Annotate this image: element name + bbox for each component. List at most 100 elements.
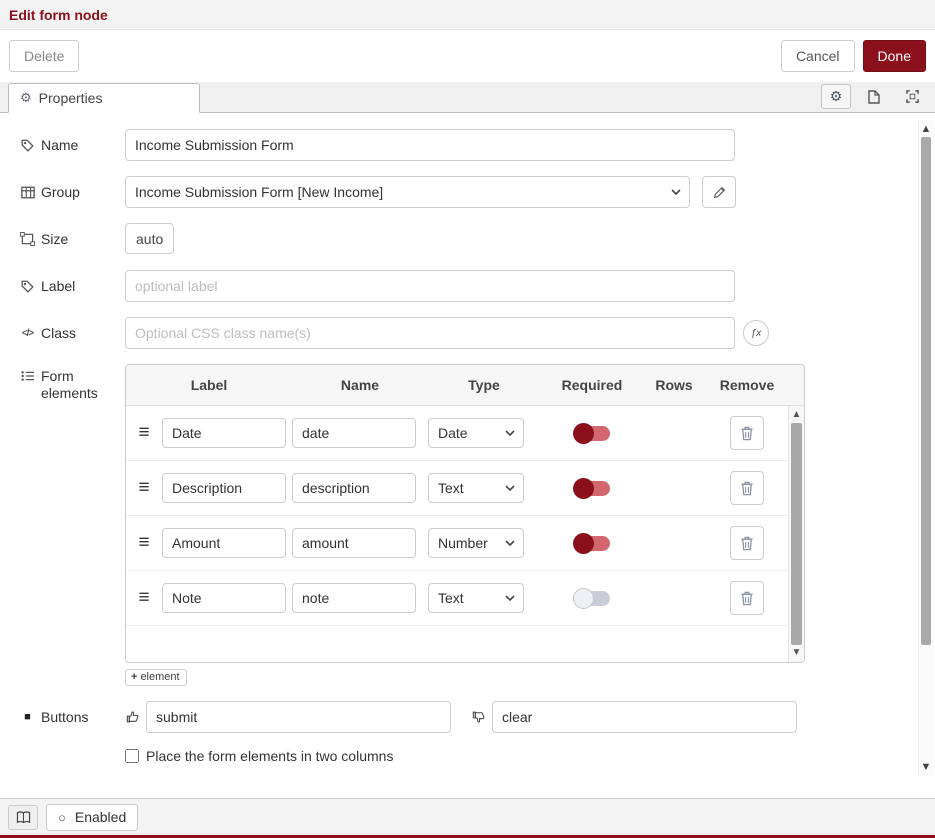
drag-handle-icon[interactable]: ≡ <box>126 422 162 444</box>
field-row-name: Name <box>20 129 915 161</box>
remove-element-button[interactable] <box>730 416 764 450</box>
node-enabled-toggle[interactable]: ○ Enabled <box>46 804 138 831</box>
table-row: ≡ Text <box>126 571 788 626</box>
required-toggle[interactable] <box>574 481 610 496</box>
submit-button-label-input[interactable] <box>146 701 451 733</box>
element-name-input[interactable] <box>292 528 416 558</box>
tag-icon <box>21 280 34 293</box>
node-description-button[interactable] <box>859 84 889 109</box>
group-select-wrap: Income Submission Form [New Income] <box>125 176 690 208</box>
dialog-scrollbar-thumb[interactable] <box>921 137 931 645</box>
table-scrollbar: ▲ ▼ <box>788 406 804 662</box>
two-columns-checkbox[interactable] <box>125 749 139 763</box>
table-scrollbar-thumb[interactable] <box>791 423 802 645</box>
node-settings-button[interactable]: ⚙ <box>821 84 851 109</box>
dialog-footer: ○ Enabled <box>0 798 935 835</box>
gear-icon: ⚙ <box>830 88 843 105</box>
form-elements-body: ≡ Date <box>126 406 804 662</box>
col-header-rows: Rows <box>644 377 704 393</box>
field-row-buttons: ■ Buttons <box>20 701 915 733</box>
delete-button[interactable]: Delete <box>9 40 79 72</box>
form-elements-table: Label Name Type Required Rows Remove ≡ <box>125 364 805 663</box>
tab-bar: ⚙ Properties ⚙ <box>0 82 935 113</box>
form-elements-editor: Label Name Type Required Rows Remove ≡ <box>125 364 805 686</box>
square-icon: ■ <box>20 711 35 723</box>
scroll-up-icon[interactable]: ▲ <box>789 408 804 422</box>
remove-element-button[interactable] <box>730 471 764 505</box>
col-header-remove: Remove <box>704 377 790 393</box>
trash-icon <box>740 536 754 551</box>
field-row-form-elements: Form elements Label Name Type Required R… <box>20 364 915 686</box>
col-header-name: Name <box>292 377 428 393</box>
dialog-title: Edit form node <box>9 7 108 23</box>
node-appearance-button[interactable] <box>897 84 927 109</box>
tab-properties[interactable]: ⚙ Properties <box>8 83 200 113</box>
toggle-knob <box>573 423 594 444</box>
table-row: ≡ Number <box>126 516 788 571</box>
required-toggle[interactable] <box>574 591 610 606</box>
field-row-class: </> Class ƒx <box>20 317 915 349</box>
element-name-input[interactable] <box>292 583 416 613</box>
class-input[interactable] <box>125 317 735 349</box>
docs-button[interactable] <box>8 805 38 830</box>
toggle-knob <box>573 588 594 609</box>
element-label-input[interactable] <box>162 418 286 448</box>
object-size-icon <box>20 232 35 246</box>
required-toggle[interactable] <box>574 536 610 551</box>
name-input[interactable] <box>125 129 735 161</box>
cancel-button[interactable]: Cancel <box>781 40 855 72</box>
class-expression-button[interactable]: ƒx <box>743 320 769 346</box>
buttons-label: ■ Buttons <box>20 701 125 733</box>
col-header-required: Required <box>540 377 644 393</box>
name-label: Name <box>20 129 125 161</box>
done-button[interactable]: Done <box>863 40 926 72</box>
scroll-down-icon[interactable]: ▼ <box>919 760 933 774</box>
element-label-input[interactable] <box>162 528 286 558</box>
table-row: ≡ Text <box>126 461 788 516</box>
list-icon <box>21 370 34 382</box>
table-icon <box>21 186 35 199</box>
fx-icon: ƒx <box>751 328 762 339</box>
drag-handle-icon[interactable]: ≡ <box>126 587 162 609</box>
element-type-select[interactable]: Number <box>428 528 524 558</box>
scroll-up-icon[interactable]: ▲ <box>919 122 933 136</box>
drag-handle-icon[interactable]: ≡ <box>126 532 162 554</box>
col-header-type: Type <box>428 377 540 393</box>
element-label-input[interactable] <box>162 473 286 503</box>
dialog-scrollbar: ▲ ▼ <box>918 120 933 776</box>
remove-element-button[interactable] <box>730 526 764 560</box>
size-auto-button[interactable]: auto <box>125 223 174 254</box>
properties-panel: Name Group Income Submission Form [New I… <box>0 114 935 798</box>
element-type-select[interactable]: Date <box>428 418 524 448</box>
field-row-size: Size auto <box>20 223 915 255</box>
circle-icon: ○ <box>58 811 66 824</box>
drag-handle-icon[interactable]: ≡ <box>126 477 162 499</box>
table-row: ≡ Date <box>126 406 788 461</box>
edit-form-node-dialog: Edit form node Delete Cancel Done ⚙ Prop… <box>0 0 935 838</box>
field-row-group: Group Income Submission Form [New Income… <box>20 176 915 208</box>
clear-button-label-input[interactable] <box>492 701 797 733</box>
form-elements-header: Label Name Type Required Rows Remove <box>126 365 804 406</box>
label-input[interactable] <box>125 270 735 302</box>
size-label: Size <box>20 223 125 255</box>
label-label: Label <box>20 270 125 302</box>
dialog-action-bar: Delete Cancel Done <box>0 30 935 82</box>
edit-group-button[interactable] <box>702 176 736 208</box>
dialog-header: Edit form node <box>0 0 935 30</box>
element-type-select[interactable]: Text <box>428 583 524 613</box>
add-element-button[interactable]: +element <box>125 669 187 686</box>
file-icon <box>868 90 880 104</box>
element-name-input[interactable] <box>292 418 416 448</box>
element-type-select[interactable]: Text <box>428 473 524 503</box>
remove-element-button[interactable] <box>730 581 764 615</box>
col-header-label: Label <box>126 377 292 393</box>
group-select[interactable]: Income Submission Form [New Income] <box>125 176 690 208</box>
field-row-label: Label <box>20 270 915 302</box>
code-icon: </> <box>20 328 35 339</box>
element-name-input[interactable] <box>292 473 416 503</box>
book-icon <box>16 811 31 824</box>
scroll-down-icon[interactable]: ▼ <box>789 646 804 660</box>
tab-properties-label: Properties <box>39 90 103 106</box>
element-label-input[interactable] <box>162 583 286 613</box>
required-toggle[interactable] <box>574 426 610 441</box>
